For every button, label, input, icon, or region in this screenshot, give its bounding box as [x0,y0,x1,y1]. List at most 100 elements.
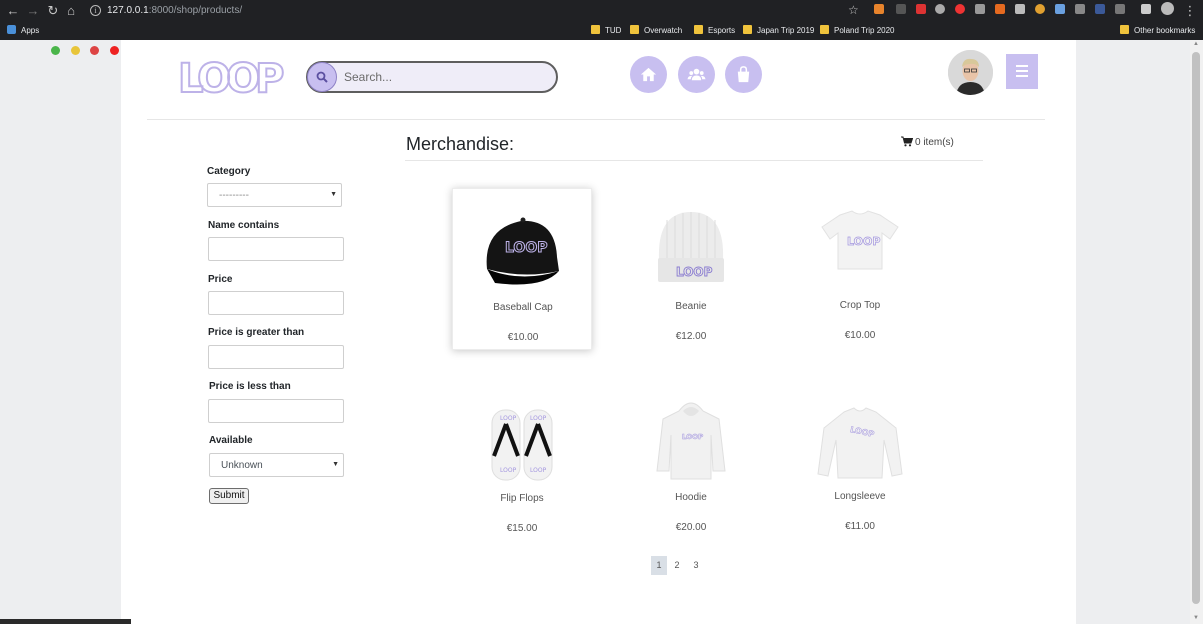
facebook-icon[interactable] [1095,4,1105,14]
folder-icon [1120,25,1129,34]
cart-summary[interactable]: 0 item(s) [901,136,954,148]
beanie-image: LOOP [658,212,724,282]
product-name: Beanie [675,301,707,312]
forward-icon[interactable]: → [25,3,41,19]
extension-icon[interactable] [1015,4,1025,14]
chevron-down-icon: ▼ [332,461,339,468]
shopping-cart-icon [901,136,914,147]
hoodie-image: LOOP [656,402,726,480]
folder-icon [630,25,639,34]
svg-text:LOOP: LOOP [682,433,703,441]
product-name: Longsleeve [834,491,886,502]
shopping-bag-icon [737,66,750,83]
browser-chrome: ← → ↻ ⌂ i 127.0.0.1:8000/shop/products/ … [0,0,1203,55]
reading-list-icon[interactable] [1141,4,1151,14]
bookmarks-bar: Apps TUD Overwatch Esports Japan Trip 20… [0,21,1203,55]
product-name: Flip Flops [500,493,544,504]
product-card[interactable]: LOOP Beanie €12.00 [621,188,761,350]
profile-icon[interactable] [1161,2,1174,15]
scrollbar[interactable]: ▲ ▼ [1190,40,1203,624]
submit-button[interactable]: Submit [209,488,249,504]
bookmark-folder-overwatch[interactable]: Overwatch [630,24,682,37]
url-text: 127.0.0.1:8000/shop/products/ [107,5,243,16]
baseball-cap-image: LOOP [486,217,559,285]
search-button[interactable] [307,62,337,92]
bookmark-favicon-icon[interactable] [51,46,60,55]
bookmark-apps[interactable]: Apps [7,24,39,37]
status-bar [0,619,131,624]
reload-icon[interactable]: ↻ [45,3,61,19]
product-card[interactable]: LOOP Hoodie €20.00 [621,379,761,541]
product-price: €15.00 [506,523,538,534]
address-row: ← → ↻ ⌂ i 127.0.0.1:8000/shop/products/ … [0,0,1203,22]
home-nav-button[interactable] [630,56,667,93]
available-select[interactable]: Unknown ▼ [209,453,344,477]
product-card[interactable]: LOOP Crop Top €10.00 [790,187,930,349]
extension-icon[interactable] [1115,4,1125,14]
extension-icon[interactable] [1075,4,1085,14]
page-link-2[interactable]: 2 [669,556,685,575]
header-divider [147,119,1045,120]
extension-icon[interactable] [995,4,1005,14]
svg-text:LOOP: LOOP [530,467,547,474]
users-nav-button[interactable] [678,56,715,93]
extension-icon[interactable] [916,4,926,14]
scroll-down-icon[interactable]: ▼ [1193,615,1199,621]
bookmark-folder-esports[interactable]: Esports [694,24,735,37]
extension-icon[interactable] [935,4,945,14]
hamburger-icon [1016,65,1028,67]
bookmark-folder-other[interactable]: Other bookmarks [1120,24,1195,37]
bookmark-star-icon[interactable]: ☆ [848,3,859,17]
title-divider [405,160,983,161]
price-input[interactable] [208,291,344,315]
bookmark-folder-japan[interactable]: Japan Trip 2019 [743,24,814,37]
home-icon[interactable]: ⌂ [63,3,79,19]
page-link-3[interactable]: 3 [688,556,704,575]
price-greater-input[interactable] [208,345,344,369]
bookmark-favicon-icon[interactable] [110,46,119,55]
bookmark-favicon-icon[interactable] [71,46,80,55]
bookmark-folder-tud[interactable]: TUD [591,24,621,37]
product-name: Crop Top [839,300,881,311]
menu-button[interactable] [1006,54,1038,89]
scroll-up-icon[interactable]: ▲ [1193,41,1199,47]
extension-icon[interactable] [896,4,906,14]
apps-grid-icon [7,25,16,34]
cart-count: 0 item(s) [915,137,954,148]
user-avatar[interactable] [948,50,993,95]
extension-icon[interactable] [955,4,965,14]
bookmark-folder-poland[interactable]: Poland Trip 2020 [820,24,895,37]
info-icon[interactable]: i [90,5,101,16]
longsleeve-image: LOOP [817,407,903,479]
category-select[interactable]: --------- ▼ [207,183,342,207]
product-card[interactable]: LOOP Baseball Cap €10.00 [452,188,592,350]
product-price: €11.00 [845,521,875,532]
product-name: Baseball Cap [493,302,553,313]
scrollbar-thumb[interactable] [1192,52,1200,604]
price-label: Price [208,274,233,285]
price-less-input[interactable] [208,399,344,423]
hamburger-icon [1016,70,1028,72]
address-bar[interactable]: i 127.0.0.1:8000/shop/products/ [86,3,846,20]
product-card[interactable]: LOOP LOOP LOOP LOOP Flip Flops €15.00 [452,380,592,542]
hamburger-icon [1016,75,1028,77]
product-card[interactable]: LOOP Longsleeve €11.00 [790,378,930,540]
home-icon [640,67,657,82]
more-options-icon[interactable]: ⋮ [1182,3,1198,19]
name-contains-label: Name contains [208,220,280,231]
extension-icon[interactable] [1035,4,1045,14]
avatar-photo [948,50,993,95]
extension-icon[interactable] [975,4,985,14]
extension-icon[interactable] [1055,4,1065,14]
back-icon[interactable]: ← [5,3,21,19]
search-input[interactable] [344,68,544,86]
bookmark-favicon-icon[interactable] [90,46,99,55]
name-contains-input[interactable] [208,237,344,261]
shop-nav-button[interactable] [725,56,762,93]
extension-icon[interactable] [874,4,884,14]
site-logo[interactable]: LOOP [177,56,285,102]
folder-icon [743,25,752,34]
product-price: €10.00 [844,330,876,341]
page-link-1[interactable]: 1 [651,556,667,575]
users-icon [687,68,706,81]
